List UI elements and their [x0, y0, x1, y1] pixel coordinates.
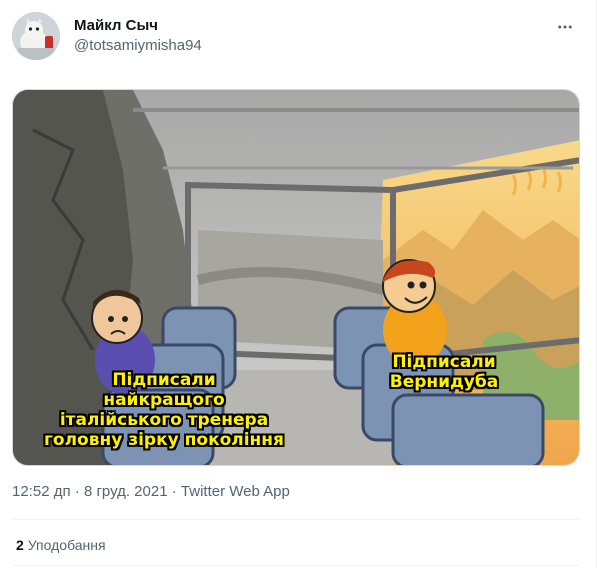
meme-caption-right: Підписали Вернидуба: [389, 352, 499, 392]
tweet-date[interactable]: 8 груд. 2021: [84, 483, 168, 500]
likes-stat[interactable]: 2 Уподобання: [16, 537, 106, 553]
author-handle[interactable]: @totsamiymisha94: [74, 37, 202, 54]
like-count: 2: [16, 537, 24, 553]
more-options-button[interactable]: [554, 16, 576, 38]
tweet-source[interactable]: Twitter Web App: [181, 483, 290, 500]
tweet-media-image[interactable]: Підписали найкращого італійського тренер…: [12, 89, 580, 466]
author-name[interactable]: Майкл Сыч: [74, 17, 158, 34]
meme-caption-left: Підписали найкращого італійського тренер…: [44, 370, 284, 450]
divider: [12, 519, 580, 520]
like-label: Уподобання: [27, 537, 106, 553]
meta-separator: ·: [171, 483, 177, 500]
more-dots-icon: [558, 25, 572, 29]
divider: [12, 565, 580, 566]
tweet-metadata: 12:52 дп · 8 груд. 2021 · Twitter Web Ap…: [12, 483, 290, 500]
tweet-time[interactable]: 12:52 дп: [12, 483, 71, 500]
tweet-header: Майкл Сыч @totsamiymisha94: [12, 12, 582, 62]
meta-separator: ·: [74, 483, 80, 500]
avatar[interactable]: [12, 12, 60, 60]
